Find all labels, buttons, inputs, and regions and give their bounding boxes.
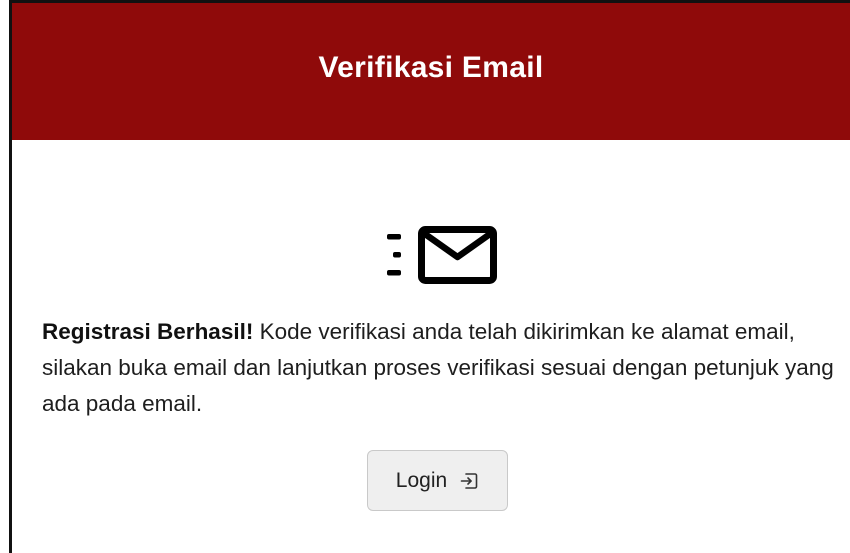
login-button[interactable]: Login xyxy=(367,450,508,511)
page-title: Verifikasi Email xyxy=(318,50,544,84)
card-body: Registrasi Berhasil! Kode verifikasi and… xyxy=(12,140,850,553)
login-icon xyxy=(460,472,478,489)
success-title: Registrasi Berhasil! xyxy=(42,319,254,344)
login-button-label: Login xyxy=(395,468,448,492)
verification-card: Verifikasi Email Registrasi Berhasil! Ko… xyxy=(9,0,850,553)
success-message: Registrasi Berhasil! Kode verifikasi and… xyxy=(42,314,842,422)
mail-fast-icon xyxy=(387,226,497,284)
card-header: Verifikasi Email xyxy=(12,3,850,140)
